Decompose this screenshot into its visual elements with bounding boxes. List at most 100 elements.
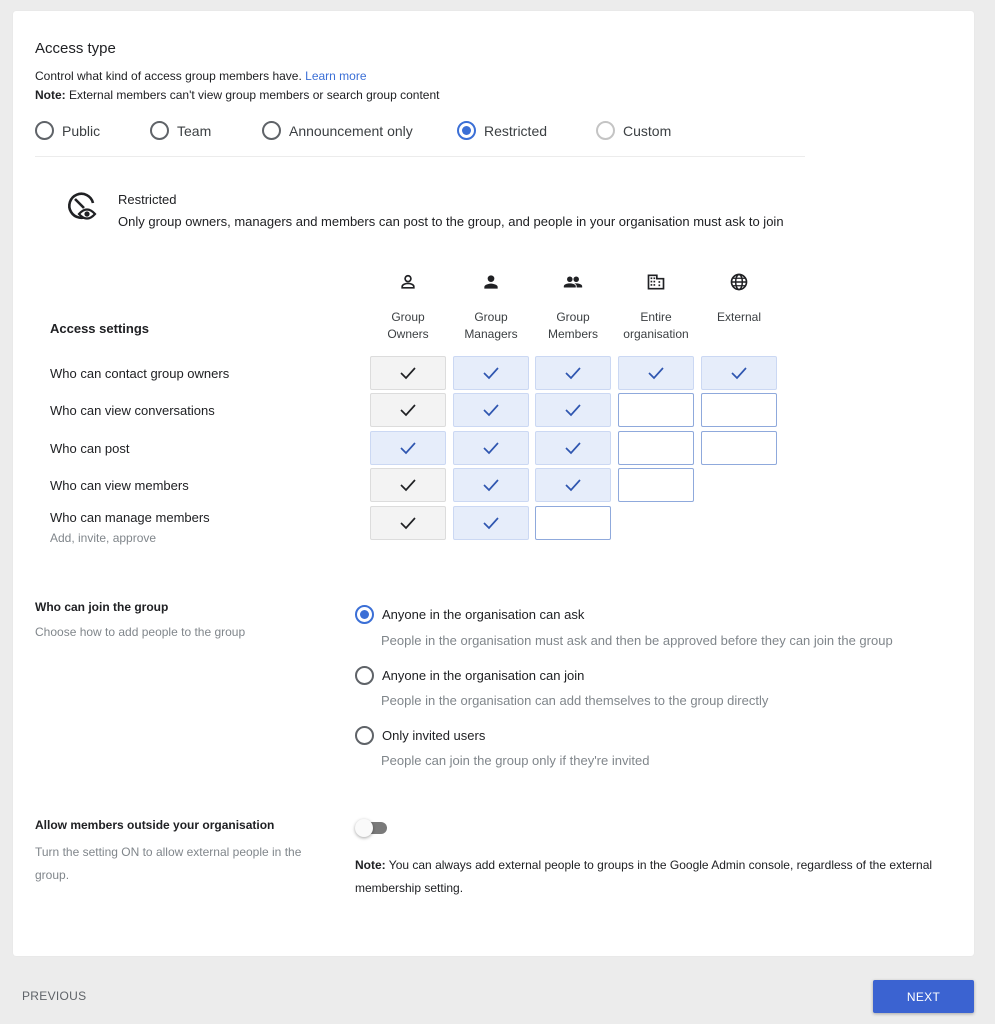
row-label-post: Who can post (50, 441, 130, 456)
column-label: External (716, 310, 762, 324)
permission-cell[interactable] (535, 506, 611, 540)
access-type-note: Note: External members can't view group … (35, 88, 439, 102)
note-label: Note: (35, 88, 66, 102)
row-label-manage-members: Who can manage members (50, 510, 210, 525)
radio-label: Announcement only (289, 122, 413, 139)
join-option-description: People in the organisation can add thems… (381, 693, 769, 708)
join-option-invited-only[interactable]: Only invited users (355, 726, 485, 745)
permission-cell (370, 356, 446, 390)
join-option-label: Anyone in the organisation can join (382, 668, 585, 683)
radio-button[interactable] (262, 121, 281, 140)
permission-cell[interactable] (453, 506, 529, 540)
permission-cell (370, 393, 446, 427)
visibility-restricted-icon (65, 189, 101, 225)
column-group-owners: Group Owners (370, 269, 446, 343)
radio-label: Restricted (484, 122, 548, 139)
external-members-toggle[interactable] (353, 818, 391, 838)
checkmark-icon (399, 366, 417, 380)
permission-cell[interactable] (618, 393, 694, 427)
permission-cell[interactable] (453, 356, 529, 390)
person-icon (453, 269, 529, 295)
radio-button[interactable] (355, 726, 374, 745)
join-option-can-ask[interactable]: Anyone in the organisation can ask (355, 605, 584, 624)
permission-cell[interactable] (701, 356, 777, 390)
join-option-label: Anyone in the organisation can ask (382, 607, 585, 622)
checkmark-icon (564, 366, 582, 380)
permission-cell[interactable] (618, 468, 694, 502)
radio-button[interactable] (457, 121, 476, 140)
permission-cell (370, 468, 446, 502)
radio-button[interactable] (150, 121, 169, 140)
row-sublabel-manage-members: Add, invite, approve (50, 531, 157, 545)
row-label-contact-owners: Who can contact group owners (50, 366, 230, 381)
permission-cell[interactable] (618, 431, 694, 465)
permission-cell[interactable] (535, 393, 611, 427)
permission-cell[interactable] (453, 393, 529, 427)
radio-button[interactable] (35, 121, 54, 140)
access-type-description: Control what kind of access group member… (35, 69, 367, 83)
radio-button[interactable] (355, 666, 374, 685)
permission-cell[interactable] (618, 356, 694, 390)
permission-cell[interactable] (535, 431, 611, 465)
join-subtitle: Choose how to add people to the group (35, 625, 246, 639)
column-label: organisation (623, 327, 689, 341)
checkmark-icon (564, 478, 582, 492)
radio-label: Custom (623, 122, 672, 139)
checkmark-icon (564, 403, 582, 417)
join-option-label: Only invited users (382, 728, 486, 743)
permission-cell[interactable] (370, 431, 446, 465)
divider (35, 156, 805, 157)
column-label: Group (391, 310, 425, 324)
join-option-description: People can join the group only if they'r… (381, 753, 650, 768)
access-type-option-restricted[interactable]: Restricted (457, 121, 547, 140)
checkmark-icon (399, 441, 417, 455)
external-members-title: Allow members outside your organisation (35, 818, 275, 832)
checkmark-icon (399, 403, 417, 417)
checkmark-icon (647, 366, 665, 380)
checkmark-icon (399, 516, 417, 530)
checkmark-icon (399, 478, 417, 492)
radio-button[interactable] (355, 605, 374, 624)
permission-cell[interactable] (535, 468, 611, 502)
access-type-option-announcement-only[interactable]: Announcement only (262, 121, 413, 140)
checkmark-icon (482, 366, 500, 380)
access-settings-card: Access type Control what kind of access … (13, 11, 974, 956)
column-group-members: Group Members (535, 269, 611, 343)
note-text: You can always add external people to gr… (355, 858, 933, 895)
radio-label: Team (177, 122, 212, 139)
checkmark-icon (482, 403, 500, 417)
permission-cell (370, 506, 446, 540)
checkmark-icon (482, 441, 500, 455)
building-icon (618, 269, 694, 295)
permission-cell[interactable] (701, 393, 777, 427)
learn-more-link[interactable]: Learn more (305, 69, 366, 83)
access-type-option-custom[interactable]: Custom (596, 121, 671, 140)
permission-cell[interactable] (535, 356, 611, 390)
radio-button[interactable] (596, 121, 615, 140)
restricted-title: Restricted (118, 192, 177, 207)
column-group-managers: Group Managers (453, 269, 529, 343)
previous-button[interactable]: PREVIOUS (22, 989, 86, 1003)
next-button[interactable]: NEXT (873, 980, 974, 1013)
column-label: Entire (640, 310, 672, 324)
join-title: Who can join the group (35, 600, 169, 614)
access-type-title: Access type (35, 40, 116, 57)
access-type-option-public[interactable]: Public (35, 121, 100, 140)
access-type-option-team[interactable]: Team (150, 121, 211, 140)
checkmark-icon (482, 478, 500, 492)
external-members-note: Note: You can always add external people… (355, 854, 955, 900)
people-icon (535, 269, 611, 295)
join-option-can-join[interactable]: Anyone in the organisation can join (355, 666, 584, 685)
permission-cell[interactable] (453, 431, 529, 465)
row-label-view-conversations: Who can view conversations (50, 403, 215, 418)
checkmark-icon (730, 366, 748, 380)
permission-cell[interactable] (701, 431, 777, 465)
toggle-thumb[interactable] (355, 819, 373, 837)
checkmark-icon (564, 441, 582, 455)
column-label: Owners (387, 327, 429, 341)
radio-label: Public (62, 122, 101, 139)
column-label: Group (556, 310, 590, 324)
restricted-description: Only group owners, managers and members … (118, 214, 784, 229)
column-external: External (701, 269, 777, 326)
permission-cell[interactable] (453, 468, 529, 502)
